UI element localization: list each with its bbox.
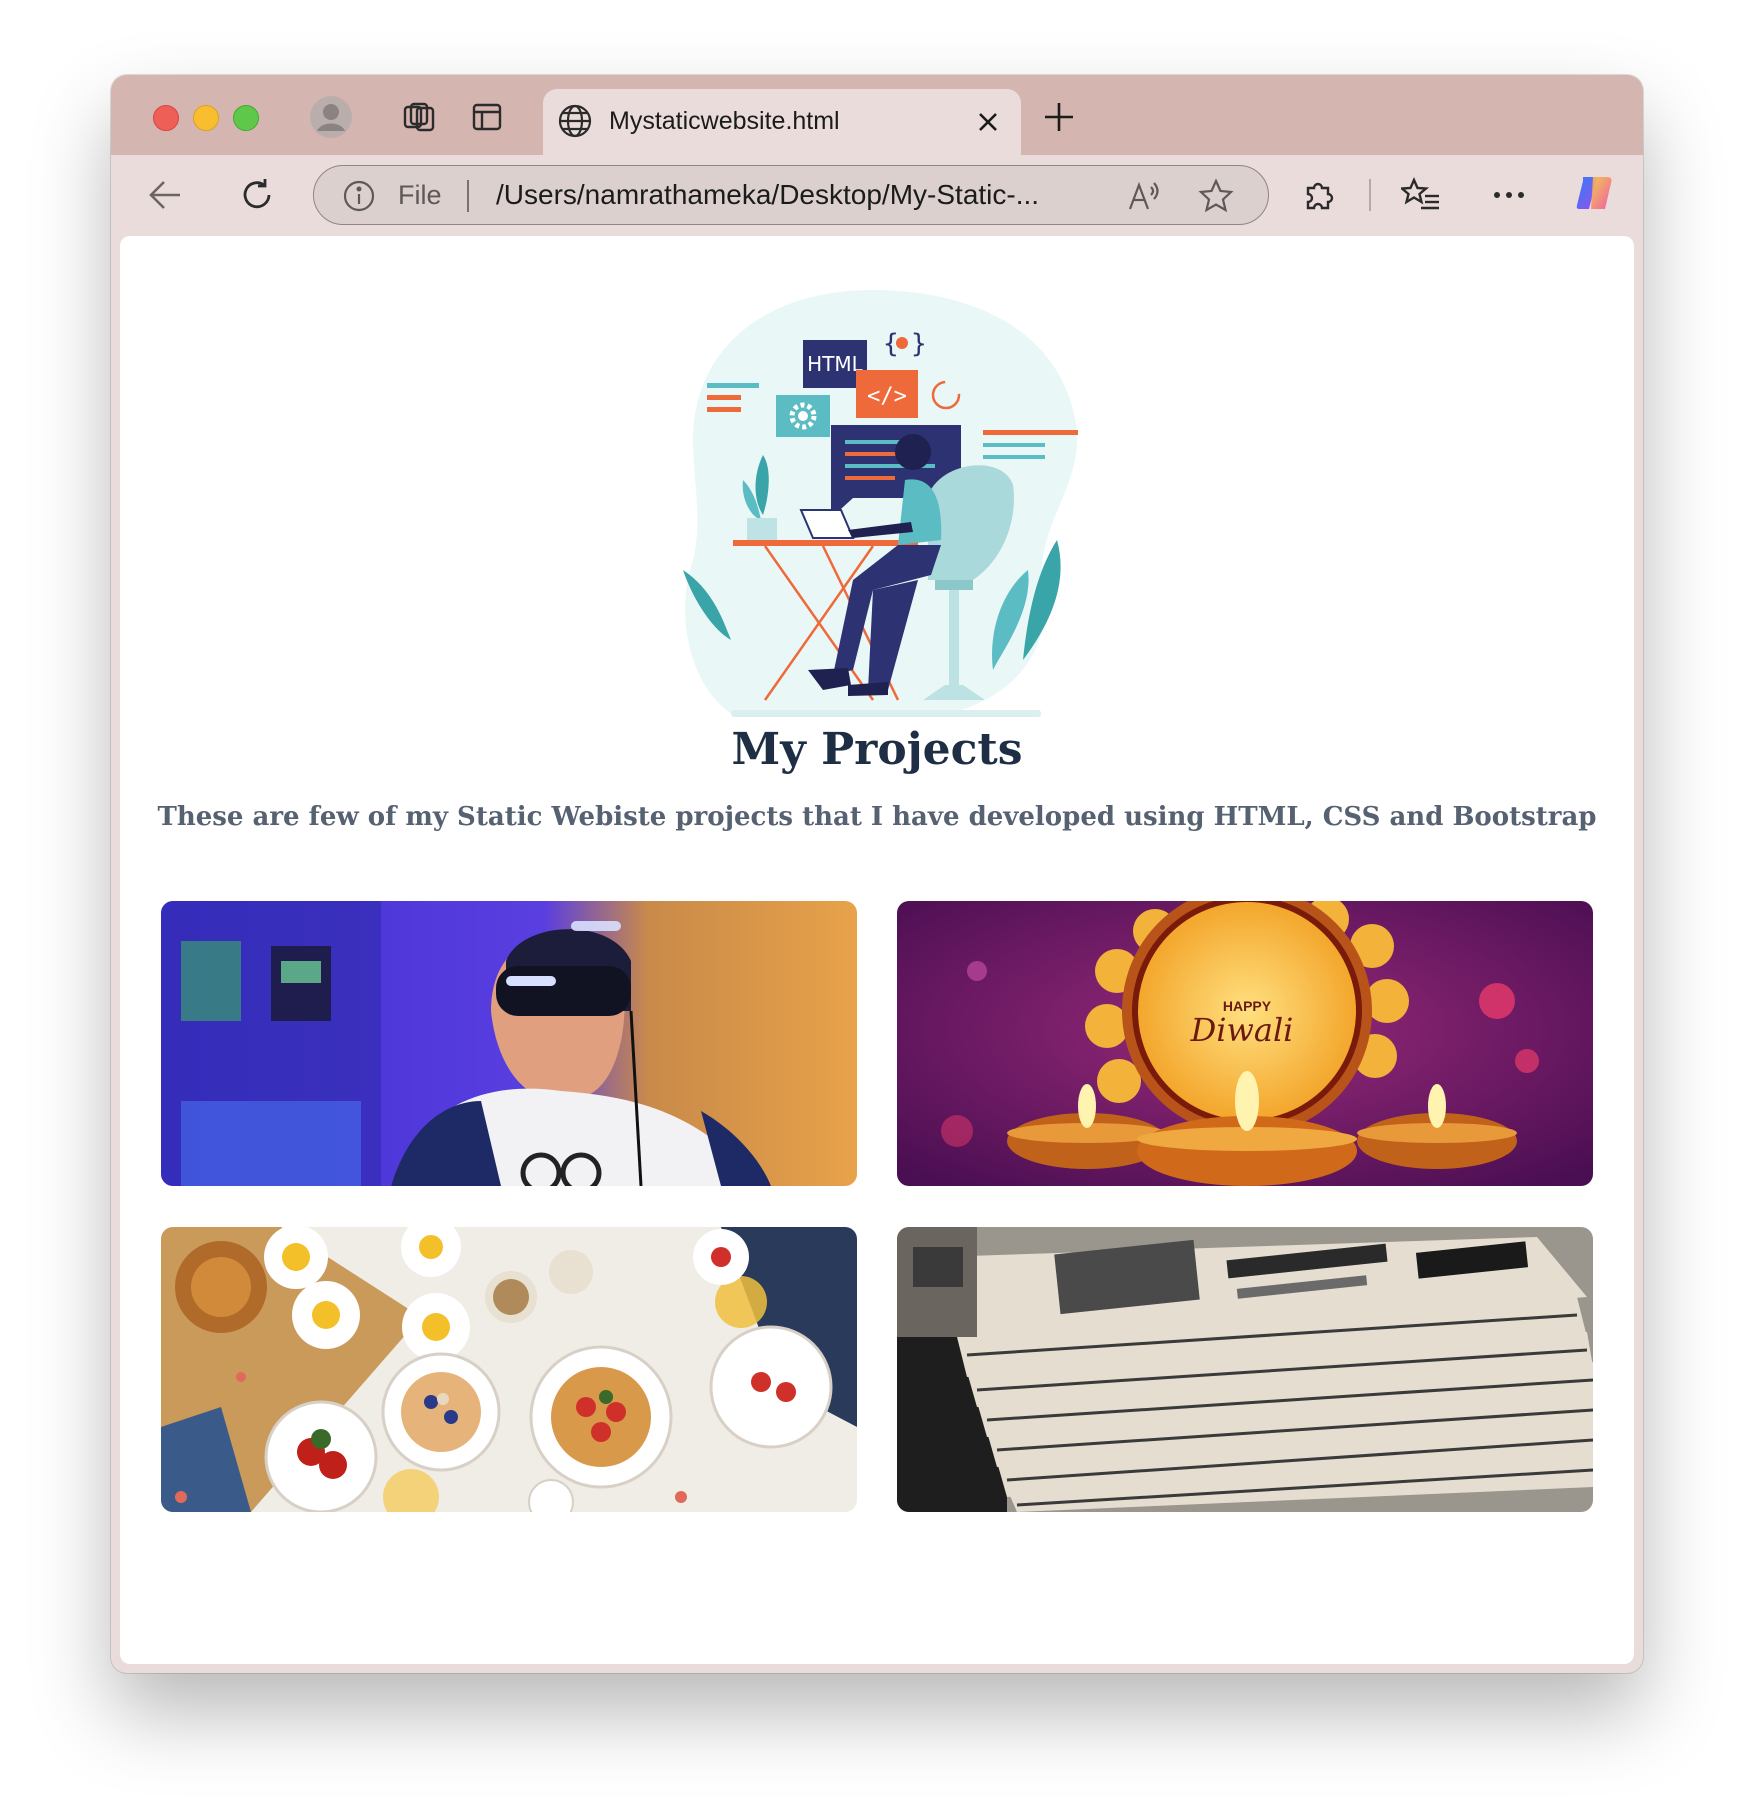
minimize-window-button[interactable] (193, 105, 219, 131)
globe-icon (557, 103, 593, 144)
address-bar[interactable]: File /Users/namrathameka/Desktop/My-Stat… (313, 165, 1269, 225)
maximize-window-button[interactable] (233, 105, 259, 131)
favorites-list-icon[interactable] (1397, 171, 1445, 219)
toolbar-divider (1369, 179, 1371, 211)
url-text[interactable]: /Users/namrathameka/Desktop/My-Static-..… (496, 179, 1039, 211)
extensions-icon[interactable] (1295, 171, 1343, 219)
close-tab-icon[interactable] (975, 109, 1001, 140)
tab-title: Mystaticwebsite.html (609, 107, 840, 135)
tab-active[interactable]: Mystaticwebsite.html (543, 89, 1021, 155)
project-card-newspaper[interactable] (897, 1227, 1593, 1512)
developer-illustration: HTML </> { } (673, 290, 1085, 717)
more-options-icon[interactable] (1485, 171, 1533, 219)
project-card-breakfast[interactable] (161, 1227, 857, 1512)
read-aloud-icon[interactable] (1126, 179, 1164, 218)
project-card-diwali[interactable]: HAPPY Diwali (897, 901, 1593, 1186)
vertical-tabs-icon[interactable] (465, 95, 509, 139)
url-separator (467, 180, 469, 212)
copilot-icon[interactable] (1571, 169, 1619, 217)
info-icon[interactable] (342, 179, 376, 218)
favorite-star-icon[interactable] (1198, 178, 1234, 219)
happy-diwali-photo: HAPPY Diwali (897, 901, 1593, 1186)
project-card-vr[interactable] (161, 901, 857, 1186)
close-window-button[interactable] (153, 105, 179, 131)
svg-text:</>: </> (867, 384, 907, 409)
hero-html-badge: HTML (807, 352, 864, 376)
navigation-toolbar: File /Users/namrathameka/Desktop/My-Stat… (111, 155, 1643, 235)
tab-strip: Mystaticwebsite.html (111, 75, 1643, 155)
vr-headset-photo (161, 901, 857, 1186)
profile-avatar-icon[interactable] (309, 95, 353, 139)
workspaces-icon[interactable] (397, 95, 441, 139)
page-viewport: HTML </> { } My Projects These are few o… (120, 236, 1634, 1664)
diwali-caption-diwali: Diwali (1190, 1011, 1294, 1049)
browser-window: Mystaticwebsite.html File /Users/namrath… (111, 75, 1643, 1673)
new-tab-icon[interactable] (1037, 95, 1081, 139)
svg-text:}: } (911, 329, 927, 359)
page-subtitle: These are few of my Static Webiste proje… (157, 802, 1597, 832)
breakfast-table-photo (161, 1227, 857, 1512)
back-arrow-icon[interactable] (141, 171, 189, 219)
page-title: My Projects (731, 724, 1023, 775)
newspaper-stack-photo (897, 1227, 1593, 1512)
url-scheme-label: File (398, 180, 442, 210)
reload-icon[interactable] (233, 171, 281, 219)
